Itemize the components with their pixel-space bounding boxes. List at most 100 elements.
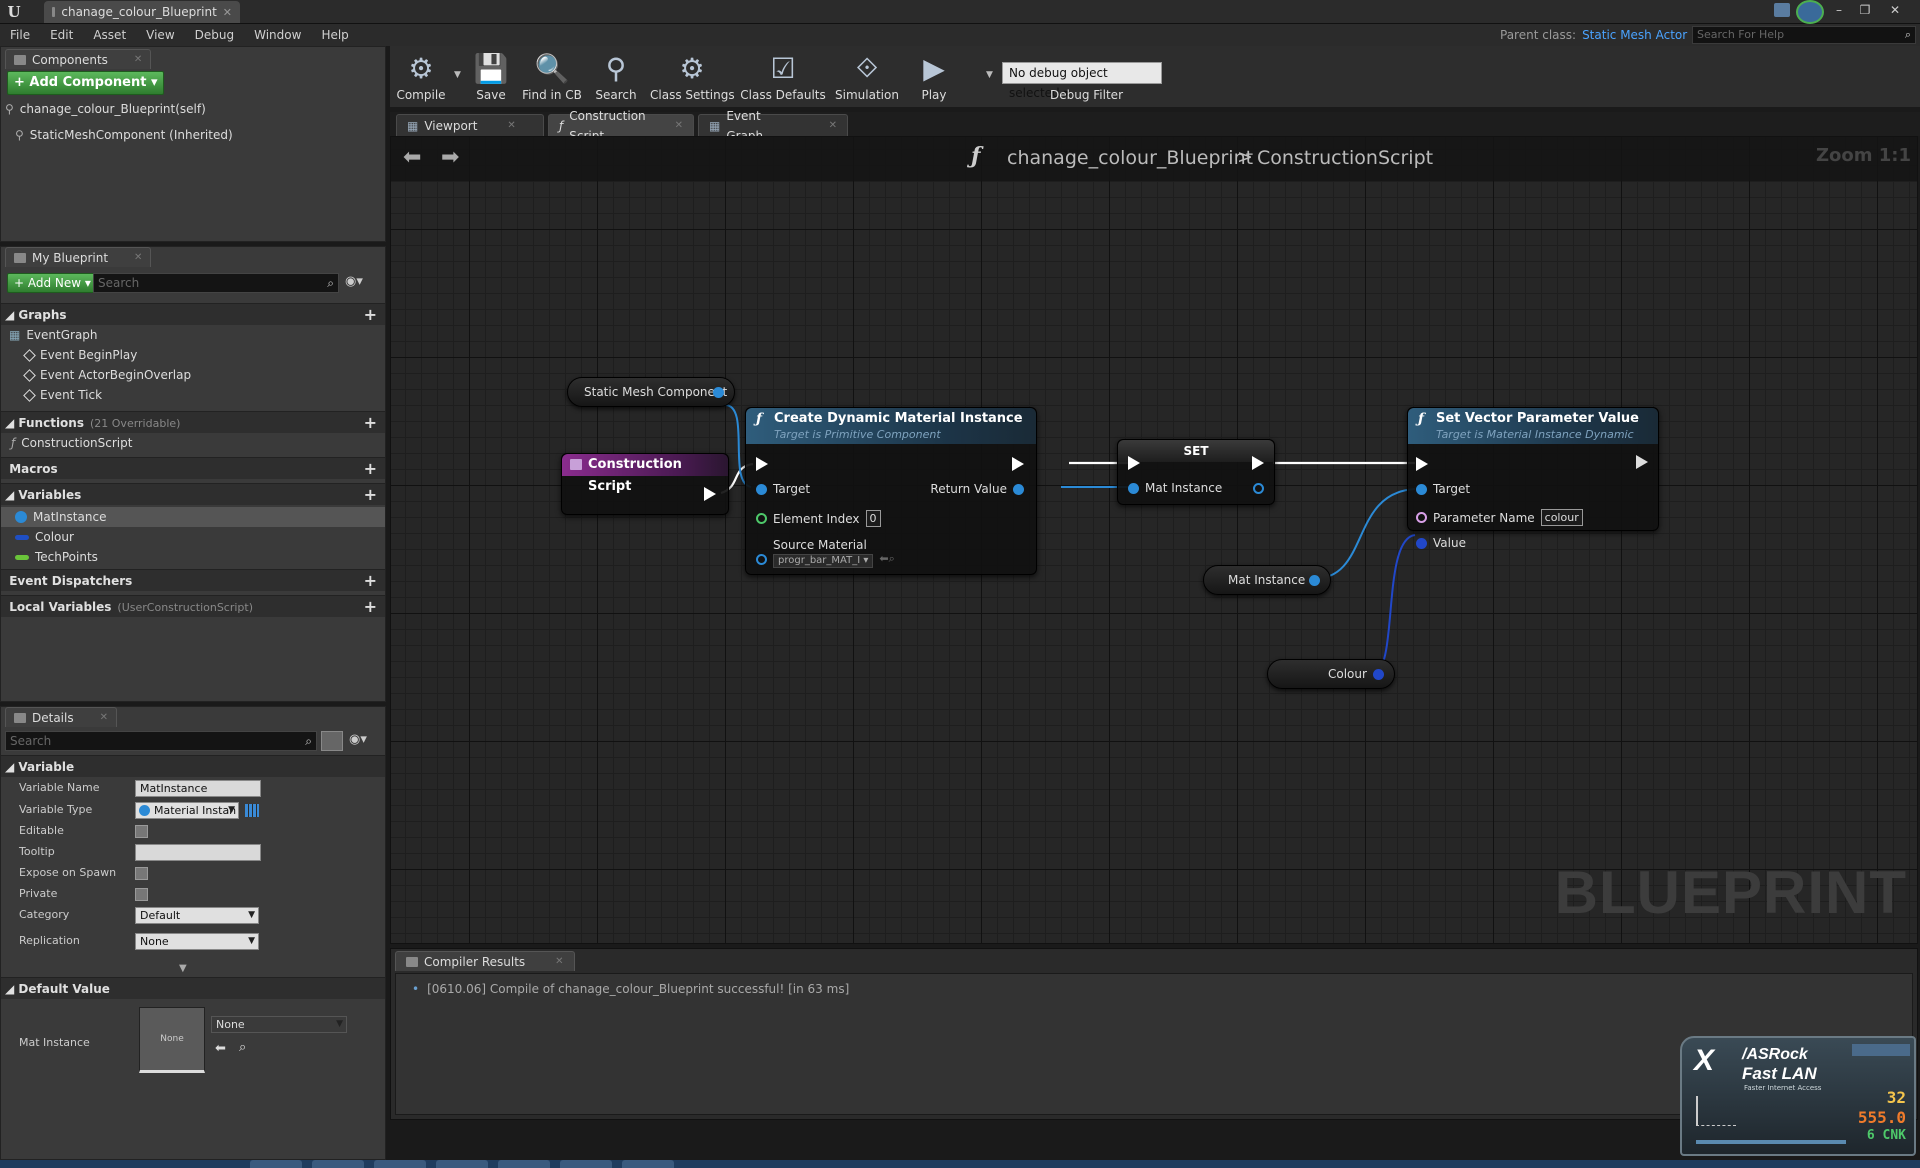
exec-in-pin[interactable] xyxy=(1128,456,1140,470)
compile-button[interactable]: ⚙ Compile xyxy=(394,48,448,106)
back-arrow-icon[interactable]: ⬅ xyxy=(403,145,421,170)
my-blueprint-search-input[interactable]: Search ⌕ xyxy=(93,273,339,293)
parameter-name-pin[interactable]: Parameter Name colour xyxy=(1416,509,1583,526)
class-settings-button[interactable]: ⚙ Class Settings xyxy=(650,48,735,106)
close-panel-icon[interactable]: ✕ xyxy=(555,952,563,972)
category-select[interactable]: Default xyxy=(135,907,259,924)
tab-viewport[interactable]: ▦ Viewport ✕ xyxy=(396,114,544,136)
find-in-cb-button[interactable]: 🔍 Find in CB xyxy=(520,48,584,106)
add-graph-icon[interactable]: + xyxy=(364,304,377,326)
asset-browse-icons[interactable]: ⬅⌕ xyxy=(879,552,894,566)
variable-techpoints[interactable]: TechPoints xyxy=(15,547,98,567)
details-tab[interactable]: Details ✕ xyxy=(5,707,117,727)
help-search-input[interactable]: Search For Help ⌕ xyxy=(1692,26,1916,44)
forward-arrow-icon[interactable]: ➡ xyxy=(441,145,459,170)
compile-options-dropdown[interactable]: ▼ xyxy=(454,70,461,80)
taskbar-item[interactable] xyxy=(436,1160,488,1168)
output-pin[interactable] xyxy=(1309,575,1320,586)
variable-type-select[interactable]: Material Instan xyxy=(135,802,239,819)
menu-file[interactable]: File xyxy=(0,24,40,46)
mat-instance-input-pin[interactable]: Mat Instance xyxy=(1128,481,1222,495)
mat-instance-getter-node[interactable]: Mat Instance xyxy=(1203,565,1331,595)
target-pin[interactable]: Target xyxy=(756,482,810,496)
menu-asset[interactable]: Asset xyxy=(83,24,136,46)
variable-name-input[interactable]: MatInstance xyxy=(135,780,261,797)
close-tab-icon[interactable]: ✕ xyxy=(829,116,837,136)
event-tick-item[interactable]: Event Tick xyxy=(23,385,102,405)
functions-section[interactable]: ◢ Functions (21 Overridable) + xyxy=(1,411,385,433)
source-control-icon[interactable] xyxy=(1796,0,1824,24)
taskbar-item[interactable] xyxy=(498,1160,550,1168)
replication-select[interactable]: None xyxy=(135,933,259,950)
editable-checkbox[interactable] xyxy=(135,825,148,838)
exec-out-pin[interactable] xyxy=(1252,456,1264,470)
event-actor-begin-overlap-item[interactable]: Event ActorBeginOverlap xyxy=(23,365,191,385)
close-tab-icon[interactable]: ✕ xyxy=(675,116,683,136)
mat-instance-output-pin[interactable] xyxy=(1253,483,1264,494)
event-begin-play-item[interactable]: Event BeginPlay xyxy=(23,345,137,365)
exec-out-pin[interactable] xyxy=(1012,457,1024,471)
menu-debug[interactable]: Debug xyxy=(185,24,244,46)
widget-menu-icon[interactable] xyxy=(1852,1044,1910,1056)
taskbar-item[interactable] xyxy=(374,1160,426,1168)
exec-in-pin[interactable] xyxy=(1416,457,1428,471)
macros-section[interactable]: Macros + xyxy=(1,457,385,479)
notification-icon[interactable] xyxy=(1774,3,1790,17)
menu-window[interactable]: Window xyxy=(244,24,311,46)
exec-out-pin[interactable] xyxy=(704,487,716,501)
return-value-pin[interactable]: Return Value xyxy=(930,482,1024,496)
close-panel-icon[interactable]: ✕ xyxy=(100,708,108,728)
asset-picker-select[interactable]: None xyxy=(211,1016,347,1033)
variable-matinstance[interactable]: MatInstance xyxy=(15,507,106,527)
create-dynamic-material-instance-node[interactable]: ƒ Create Dynamic Material Instance Targe… xyxy=(745,407,1037,575)
output-pin[interactable] xyxy=(1373,669,1384,680)
add-dispatcher-icon[interactable]: + xyxy=(364,570,377,592)
taskbar-item[interactable] xyxy=(250,1160,302,1168)
output-pin[interactable] xyxy=(713,387,724,398)
private-checkbox[interactable] xyxy=(135,888,148,901)
components-tab[interactable]: Components ✕ xyxy=(5,49,152,70)
container-type-icon[interactable] xyxy=(245,804,259,817)
add-component-button[interactable]: + Add Component ▾ xyxy=(7,71,165,95)
colour-getter-node[interactable]: Colour xyxy=(1267,659,1395,689)
source-material-select[interactable]: progr_bar_MAT_I ▾ xyxy=(773,554,874,568)
my-blueprint-tab[interactable]: My Blueprint ✕ xyxy=(5,247,152,268)
tab-event-graph[interactable]: ▦Event Graph✕ xyxy=(698,109,848,143)
event-dispatchers-section[interactable]: Event Dispatchers + xyxy=(1,569,385,591)
menu-view[interactable]: View xyxy=(136,24,184,46)
component-static-mesh[interactable]: ⚲ StaticMeshComponent (Inherited) xyxy=(15,125,233,145)
debug-filter-select[interactable]: No debug object selected ▾ xyxy=(1002,62,1162,100)
menu-edit[interactable]: Edit xyxy=(40,24,83,46)
taskbar-item[interactable] xyxy=(622,1160,674,1168)
close-tab-icon[interactable]: ✕ xyxy=(223,6,232,19)
expose-on-spawn-checkbox[interactable] xyxy=(135,867,148,880)
variable-colour[interactable]: Colour xyxy=(15,527,74,547)
value-pin[interactable]: Value xyxy=(1416,536,1466,550)
graph-editor[interactable]: ⬅ ➡ ƒ chanage_colour_Blueprint > Constru… xyxy=(390,136,1918,944)
tab-construction-script[interactable]: ƒConstruction Script✕ xyxy=(548,109,694,143)
view-options-icon[interactable]: ◉▾ xyxy=(349,732,367,747)
event-graph-item[interactable]: ▦ EventGraph xyxy=(9,325,98,345)
static-mesh-component-node[interactable]: Static Mesh Component xyxy=(567,377,735,407)
exec-in-pin[interactable] xyxy=(756,457,768,471)
variable-section[interactable]: ◢ Variable xyxy=(1,755,385,777)
add-variable-icon[interactable]: + xyxy=(364,484,377,506)
close-window-button[interactable]: ✕ xyxy=(1882,1,1908,19)
element-index-input[interactable]: 0 xyxy=(865,510,881,527)
add-function-icon[interactable]: + xyxy=(364,412,377,434)
property-matrix-icon[interactable] xyxy=(321,731,343,751)
set-mat-instance-node[interactable]: SET Mat Instance xyxy=(1117,439,1275,505)
exec-out-pin[interactable] xyxy=(1636,455,1648,469)
close-panel-icon[interactable]: ✕ xyxy=(134,248,142,268)
asrock-xfast-lan-widget[interactable]: X /ASRock Fast LAN Faster Internet Acces… xyxy=(1680,1036,1916,1156)
maximize-button[interactable]: ❐ xyxy=(1852,1,1878,19)
advanced-expand-icon[interactable]: ▼ xyxy=(179,963,187,974)
close-panel-icon[interactable]: ✕ xyxy=(134,50,142,70)
breadcrumb-graph[interactable]: ConstructionScript xyxy=(1257,147,1433,169)
asset-thumbnail[interactable]: None xyxy=(139,1007,205,1073)
compiler-results-tab[interactable]: Compiler Results ✕ xyxy=(395,951,575,971)
class-defaults-button[interactable]: ☑ Class Defaults xyxy=(740,48,826,106)
variables-section[interactable]: ◢ Variables + xyxy=(1,483,385,505)
parent-class-link[interactable]: Static Mesh Actor xyxy=(1582,28,1687,42)
local-variables-section[interactable]: Local Variables (UserConstructionScript) + xyxy=(1,595,385,617)
